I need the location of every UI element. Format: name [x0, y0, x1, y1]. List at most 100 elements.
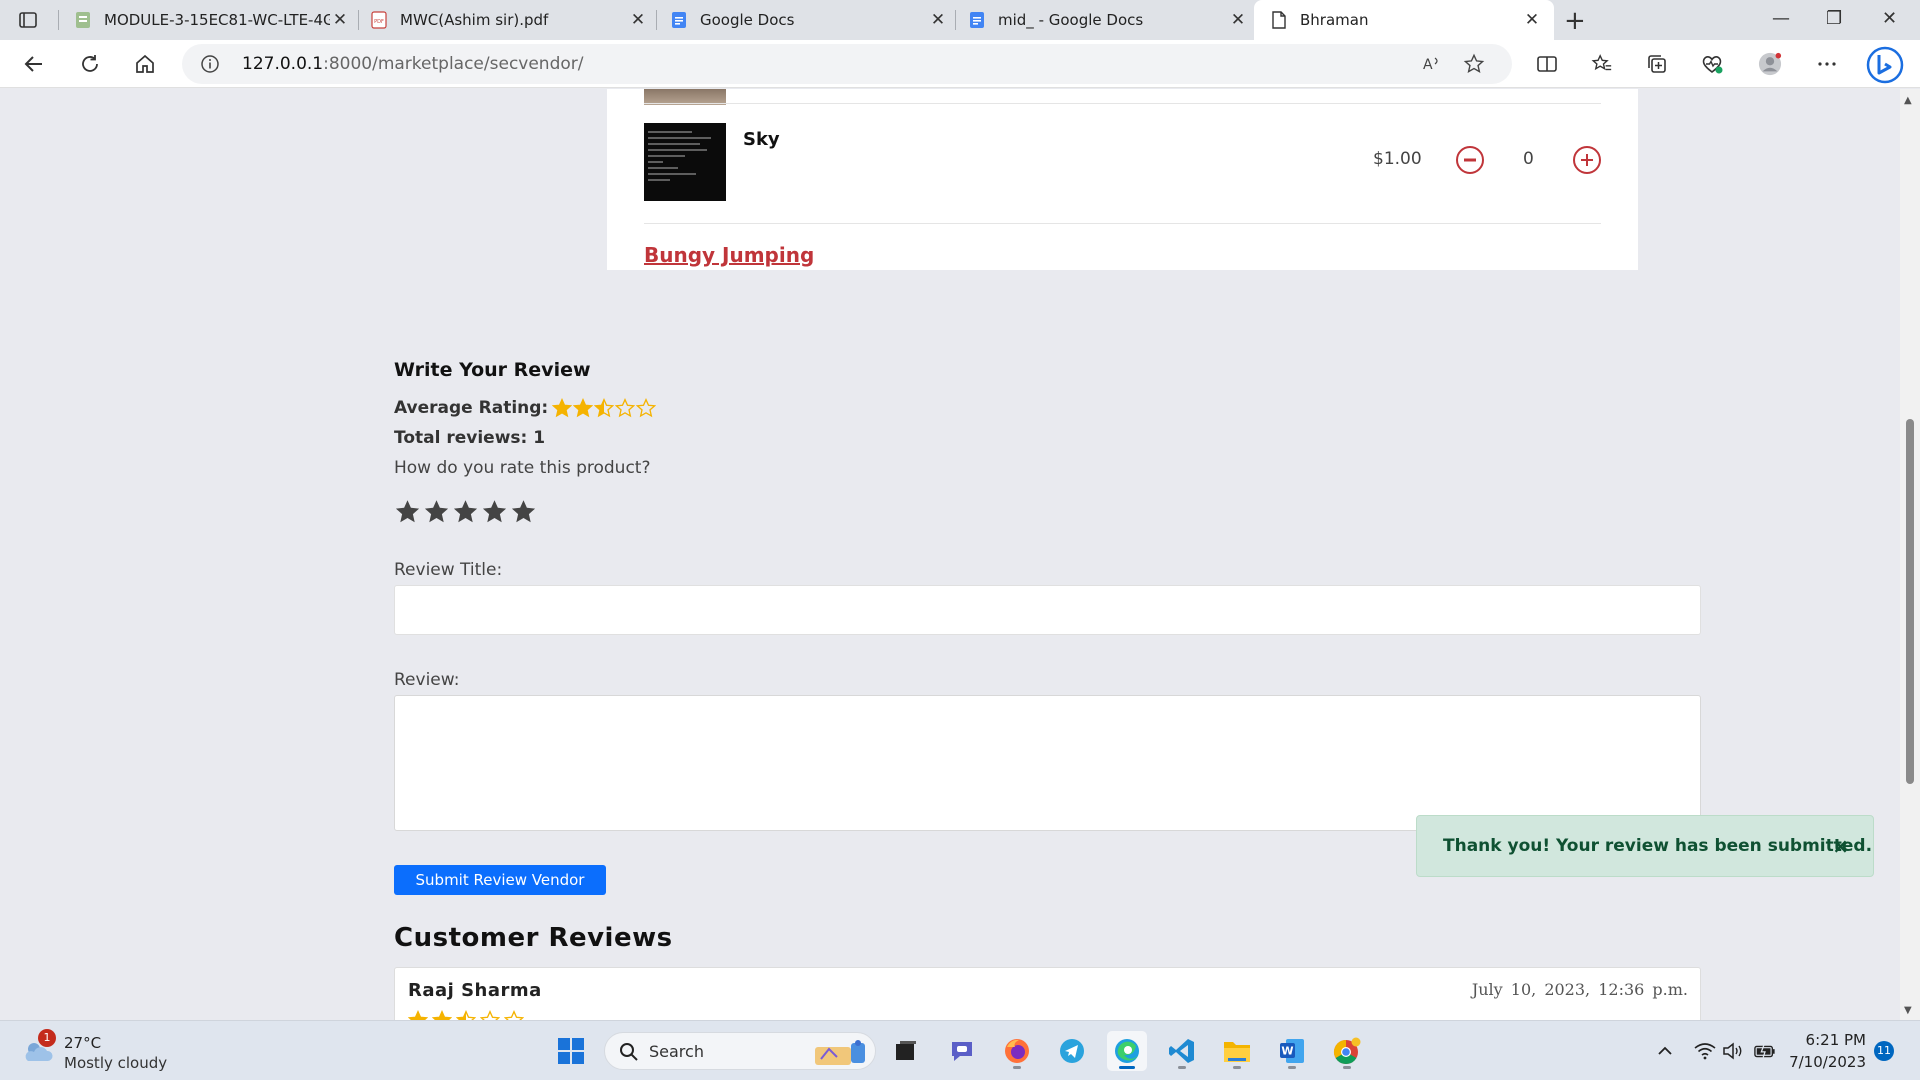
- teams-chat-icon: [952, 1042, 972, 1061]
- tab-label: MODULE-3-15EC81-WC-LTE-4G-: [104, 11, 330, 29]
- more-menu-icon[interactable]: [1815, 52, 1839, 76]
- browser-essentials-icon[interactable]: [1700, 52, 1724, 76]
- rating-input: [394, 498, 539, 525]
- item-image: [644, 123, 726, 201]
- address-bar[interactable]: 127.0.0.1:8000/marketplace/secvendor/ A: [182, 44, 1512, 84]
- google-docs-icon: [968, 11, 986, 29]
- rev-star-full-icon: [432, 1010, 452, 1020]
- review-date: July 10, 2023, 12:36 p.m.: [1471, 980, 1688, 999]
- close-icon[interactable]: ✕: [330, 10, 350, 30]
- rate-star-4-icon[interactable]: [481, 498, 508, 525]
- restore-icon[interactable]: ❐: [1826, 8, 1842, 29]
- split-screen-icon[interactable]: [1535, 52, 1559, 76]
- submit-review-button[interactable]: Submit Review Vendor: [394, 865, 606, 895]
- google-docs-icon: [670, 11, 688, 29]
- url-host: 127.0.0.1: [242, 54, 324, 74]
- tab-label: mid_ - Google Docs: [998, 11, 1144, 29]
- collections-icon[interactable]: [1645, 52, 1669, 76]
- file-explorer-button[interactable]: [1217, 1031, 1257, 1071]
- page-scrollbar[interactable]: ▲ ▼: [1900, 89, 1920, 1020]
- new-tab-icon[interactable]: +: [1564, 6, 1586, 36]
- close-icon[interactable]: ✕: [628, 10, 648, 30]
- wifi-icon[interactable]: [1694, 1041, 1716, 1061]
- vendor-menu-card: Sky $1.00 0 Bungy Jumping: [607, 89, 1638, 270]
- tab-separator: [656, 10, 657, 30]
- vscode-button[interactable]: [1162, 1031, 1202, 1071]
- refresh-icon[interactable]: [78, 52, 102, 76]
- review-title-input[interactable]: [394, 585, 1701, 635]
- rate-star-5-icon[interactable]: [510, 498, 537, 525]
- minimize-icon[interactable]: —: [1772, 8, 1790, 29]
- firefox-button[interactable]: [997, 1031, 1037, 1071]
- running-indicator: [1288, 1066, 1296, 1069]
- toast-close-icon[interactable]: ×: [1832, 834, 1849, 858]
- home-icon[interactable]: [133, 52, 157, 76]
- clock-time: 6:21 PM: [1805, 1031, 1866, 1049]
- running-indicator: [1013, 1066, 1021, 1069]
- clock-date: 7/10/2023: [1789, 1053, 1866, 1071]
- rate-star-3-icon[interactable]: [452, 498, 479, 525]
- avg-star-empty-icon: [615, 398, 636, 418]
- favorites-icon[interactable]: [1590, 52, 1614, 76]
- rev-star-empty-icon: [504, 1010, 524, 1020]
- word-button[interactable]: W: [1272, 1031, 1312, 1071]
- tab-google-docs[interactable]: Google Docs ✕: [670, 0, 948, 40]
- running-indicator: [1178, 1066, 1186, 1069]
- task-view-button[interactable]: [886, 1031, 926, 1071]
- customer-reviews-heading: Customer Reviews: [394, 923, 673, 953]
- module-file-icon: [74, 11, 92, 29]
- scroll-down-icon[interactable]: ▼: [1904, 1005, 1912, 1016]
- rate-star-2-icon[interactable]: [423, 498, 450, 525]
- tab-bhraman[interactable]: Bhraman ✕: [1254, 0, 1554, 40]
- show-hidden-icons-icon[interactable]: [1654, 1041, 1676, 1061]
- notification-badge[interactable]: 11: [1874, 1041, 1894, 1061]
- tab-label: Bhraman: [1300, 11, 1369, 29]
- system-clock[interactable]: 6:21 PM 7/10/2023: [1782, 1029, 1866, 1073]
- bing-copilot-icon[interactable]: [1866, 46, 1904, 84]
- favorite-star-icon[interactable]: [1462, 52, 1486, 76]
- taskbar-search[interactable]: Search: [604, 1032, 876, 1070]
- decrease-quantity-button[interactable]: [1456, 146, 1484, 174]
- tab-module[interactable]: MODULE-3-15EC81-WC-LTE-4G- ✕: [74, 0, 350, 40]
- avg-star-half-icon: [594, 398, 615, 418]
- teams-chat-button[interactable]: [942, 1031, 982, 1071]
- scroll-thumb[interactable]: [1906, 419, 1914, 784]
- tab-mid-google-docs[interactable]: mid_ - Google Docs ✕: [968, 0, 1248, 40]
- rate-star-1-icon[interactable]: [394, 498, 421, 525]
- search-label: Search: [649, 1042, 704, 1061]
- task-view-icon: [896, 1041, 916, 1060]
- search-highlight-icon: [815, 1040, 865, 1065]
- close-icon[interactable]: ✕: [1228, 10, 1248, 30]
- telegram-button[interactable]: [1052, 1031, 1092, 1071]
- close-icon[interactable]: ✕: [1522, 10, 1542, 30]
- vscode-icon: [1169, 1039, 1194, 1063]
- rev-star-full-icon: [408, 1010, 428, 1020]
- read-aloud-icon[interactable]: A: [1420, 52, 1444, 76]
- toast-message: Thank you! Your review has been submitte…: [1443, 836, 1873, 856]
- category-link[interactable]: Bungy Jumping: [644, 243, 814, 267]
- browser-toolbar: 127.0.0.1:8000/marketplace/secvendor/ A: [0, 40, 1920, 88]
- profile-avatar-icon[interactable]: [1758, 52, 1782, 76]
- close-window-icon[interactable]: ✕: [1882, 8, 1897, 29]
- info-icon[interactable]: [200, 54, 220, 74]
- minus-icon: [1464, 158, 1476, 162]
- review-rating-stars: [408, 1010, 528, 1020]
- tab-actions-icon[interactable]: [18, 10, 38, 30]
- battery-icon[interactable]: [1754, 1041, 1776, 1061]
- windows-logo-icon: [558, 1038, 584, 1064]
- url-text[interactable]: 127.0.0.1:8000/marketplace/secvendor/: [242, 54, 584, 74]
- scroll-up-icon[interactable]: ▲: [1904, 95, 1912, 106]
- increase-quantity-button[interactable]: [1573, 146, 1601, 174]
- svg-text:PDF: PDF: [374, 19, 384, 25]
- write-review-heading: Write Your Review: [394, 359, 591, 381]
- start-button[interactable]: [551, 1031, 591, 1071]
- back-icon[interactable]: [22, 52, 46, 76]
- edge-button[interactable]: [1107, 1031, 1147, 1071]
- review-textarea[interactable]: [394, 695, 1701, 831]
- weather-widget[interactable]: 1 27°C Mostly cloudy: [20, 1029, 180, 1073]
- volume-icon[interactable]: [1722, 1041, 1744, 1061]
- chrome-button[interactable]: [1327, 1031, 1367, 1071]
- close-icon[interactable]: ✕: [928, 10, 948, 30]
- tab-pdf[interactable]: PDF MWC(Ashim sir).pdf ✕: [370, 0, 648, 40]
- average-rating-stars: [552, 398, 657, 418]
